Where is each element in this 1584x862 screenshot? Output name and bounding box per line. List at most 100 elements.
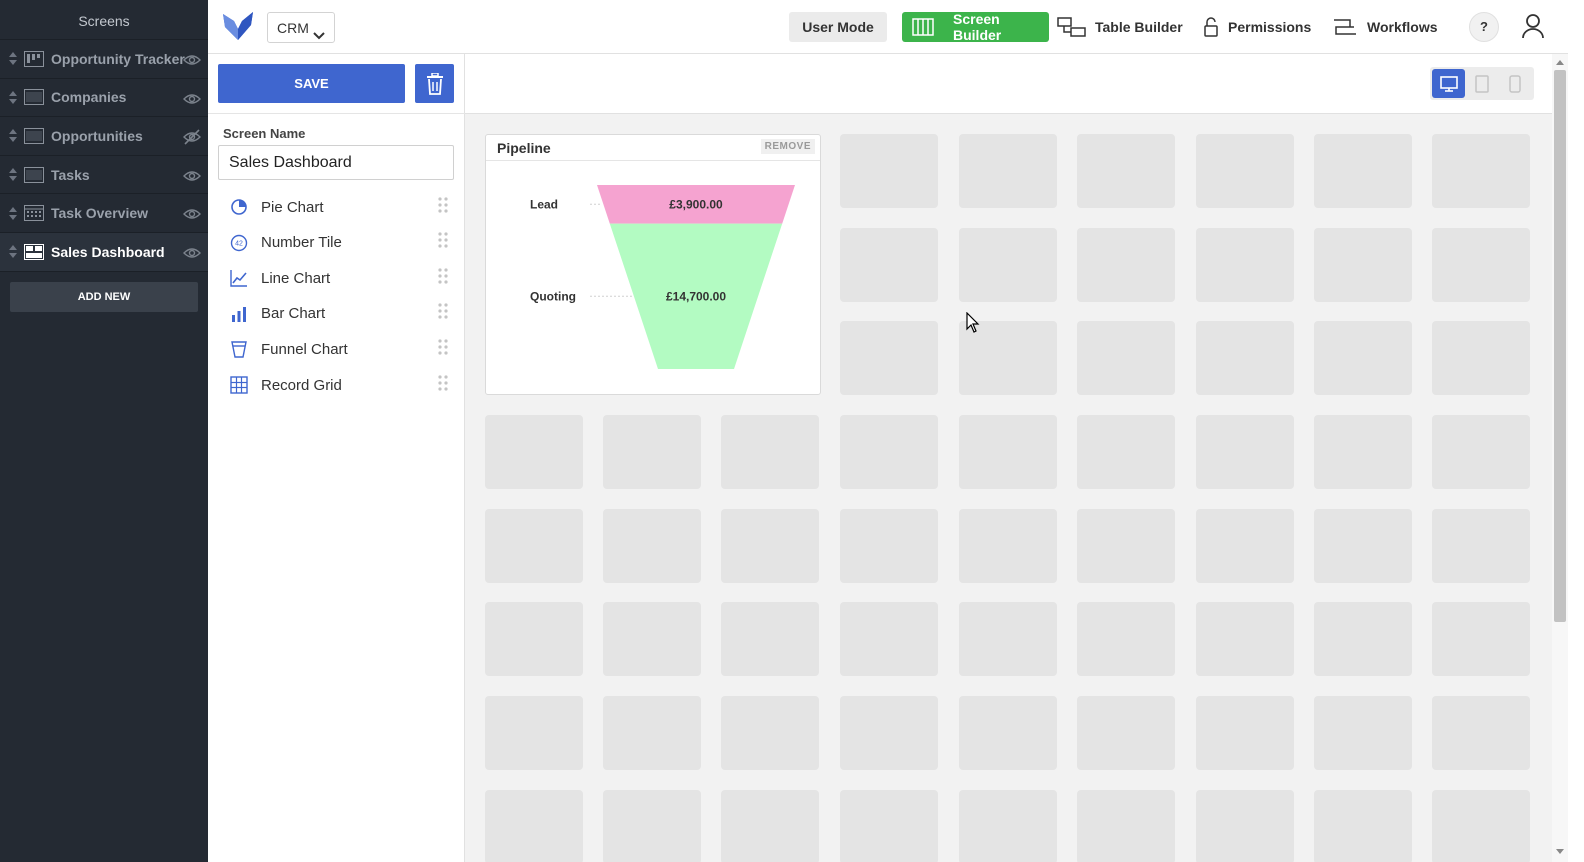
pipeline-widget[interactable]: Pipeline REMOVE £3,900.00 Lead £14,700.00 Q… xyxy=(485,134,821,395)
grid-cell[interactable] xyxy=(1432,602,1530,676)
grid-cell[interactable] xyxy=(1196,228,1294,302)
eye-icon[interactable] xyxy=(183,90,201,108)
workflows-button[interactable]: Workflows xyxy=(1332,12,1442,42)
grid-cell[interactable] xyxy=(485,602,583,676)
user-mode-button[interactable]: User Mode xyxy=(789,12,887,42)
sidebar-item-opportunities[interactable]: Opportunities xyxy=(0,117,208,156)
grid-cell[interactable] xyxy=(485,790,583,862)
grid-cell[interactable] xyxy=(1432,509,1530,583)
grid-cell[interactable] xyxy=(1432,321,1530,395)
grid-cell[interactable] xyxy=(840,134,938,208)
save-button[interactable]: SAVE xyxy=(218,64,405,103)
table-builder-button[interactable]: Table Builder xyxy=(1057,12,1187,42)
widget-funnel-chart[interactable]: Funnel Chart xyxy=(218,334,454,364)
user-profile-icon[interactable] xyxy=(1521,13,1545,44)
grid-cell[interactable] xyxy=(721,415,819,489)
grid-cell[interactable] xyxy=(721,696,819,770)
grid-cell[interactable] xyxy=(603,602,701,676)
grid-cell[interactable] xyxy=(721,509,819,583)
eye-icon[interactable] xyxy=(183,244,201,262)
grid-cell[interactable] xyxy=(1196,696,1294,770)
vertical-scrollbar[interactable] xyxy=(1552,54,1568,862)
grid-cell[interactable] xyxy=(1077,790,1175,862)
grid-cell[interactable] xyxy=(1196,415,1294,489)
grid-cell[interactable] xyxy=(1314,602,1412,676)
delete-screen-button[interactable] xyxy=(415,64,454,103)
widget-pie-chart[interactable]: Pie Chart xyxy=(218,192,454,222)
drag-handle-icon[interactable] xyxy=(438,339,448,360)
widget-record-grid[interactable]: Record Grid xyxy=(218,370,454,400)
add-new-screen-button[interactable]: ADD NEW xyxy=(10,281,198,312)
drag-handle-icon[interactable] xyxy=(438,196,448,218)
grid-cell[interactable] xyxy=(959,134,1057,208)
grid-cell[interactable] xyxy=(1314,509,1412,583)
reorder-handle-icon[interactable] xyxy=(8,129,18,143)
grid-cell[interactable] xyxy=(603,696,701,770)
reorder-handle-icon[interactable] xyxy=(8,90,18,104)
widget-number-tile[interactable]: 42 Number Tile xyxy=(218,228,454,258)
grid-cell[interactable] xyxy=(1077,509,1175,583)
grid-cell[interactable] xyxy=(1314,415,1412,489)
grid-cell[interactable] xyxy=(959,415,1057,489)
sidebar-item-companies[interactable]: Companies xyxy=(0,79,208,118)
help-button[interactable]: ? xyxy=(1469,12,1499,42)
grid-cell[interactable] xyxy=(1314,696,1412,770)
scroll-thumb[interactable] xyxy=(1554,70,1566,622)
grid-cell[interactable] xyxy=(1196,321,1294,395)
scroll-up-arrow[interactable] xyxy=(1556,60,1564,65)
grid-cell[interactable] xyxy=(840,696,938,770)
eye-icon[interactable] xyxy=(183,205,201,223)
grid-cell[interactable] xyxy=(840,602,938,676)
sidebar-item-sales-dashboard[interactable]: Sales Dashboard xyxy=(0,232,208,272)
drag-handle-icon[interactable] xyxy=(438,303,448,324)
grid-cell[interactable] xyxy=(1077,228,1175,302)
widget-line-chart[interactable]: Line Chart xyxy=(218,263,454,293)
eye-icon[interactable] xyxy=(183,167,201,185)
grid-cell[interactable] xyxy=(1432,134,1530,208)
grid-cell[interactable] xyxy=(1314,321,1412,395)
reorder-handle-icon[interactable] xyxy=(8,206,18,220)
grid-cell[interactable] xyxy=(840,790,938,862)
grid-cell[interactable] xyxy=(1196,790,1294,862)
grid-cell[interactable] xyxy=(1432,228,1530,302)
grid-cell[interactable] xyxy=(1196,134,1294,208)
screen-builder-button[interactable]: Screen Builder xyxy=(902,11,1049,43)
eye-slash-icon[interactable] xyxy=(183,128,201,146)
grid-cell[interactable] xyxy=(1314,228,1412,302)
grid-cell[interactable] xyxy=(1314,134,1412,208)
sidebar-item-task-overview[interactable]: Task Overview xyxy=(0,194,208,233)
grid-cell[interactable] xyxy=(721,790,819,862)
grid-cell[interactable] xyxy=(1432,415,1530,489)
desktop-view-button[interactable] xyxy=(1432,69,1465,98)
app-logo[interactable] xyxy=(222,11,254,46)
grid-cell[interactable] xyxy=(1314,790,1412,862)
grid-cell[interactable] xyxy=(959,602,1057,676)
grid-cell[interactable] xyxy=(959,790,1057,862)
drag-handle-icon[interactable] xyxy=(438,374,448,396)
sidebar-item-tasks[interactable]: Tasks xyxy=(0,156,208,195)
grid-cell[interactable] xyxy=(1077,602,1175,676)
grid-cell[interactable] xyxy=(1077,696,1175,770)
reorder-handle-icon[interactable] xyxy=(8,52,18,66)
grid-cell[interactable] xyxy=(840,321,938,395)
grid-cell[interactable] xyxy=(959,228,1057,302)
grid-cell[interactable] xyxy=(485,696,583,770)
grid-cell[interactable] xyxy=(485,415,583,489)
grid-cell[interactable] xyxy=(1432,790,1530,862)
grid-cell[interactable] xyxy=(603,509,701,583)
grid-cell[interactable] xyxy=(485,509,583,583)
grid-cell[interactable] xyxy=(840,228,938,302)
grid-cell[interactable] xyxy=(840,509,938,583)
grid-cell[interactable] xyxy=(959,509,1057,583)
grid-cell[interactable] xyxy=(959,696,1057,770)
grid-cell[interactable] xyxy=(603,415,701,489)
sidebar-item-opportunity-tracker[interactable]: Opportunity Tracker xyxy=(0,40,208,79)
eye-icon[interactable] xyxy=(183,51,201,69)
reorder-handle-icon[interactable] xyxy=(8,245,18,259)
mobile-view-button[interactable] xyxy=(1498,69,1531,98)
grid-cell[interactable] xyxy=(1196,602,1294,676)
app-select-dropdown[interactable]: CRM xyxy=(267,12,335,43)
grid-cell[interactable] xyxy=(1196,509,1294,583)
grid-cell[interactable] xyxy=(840,415,938,489)
grid-cell[interactable] xyxy=(1077,134,1175,208)
